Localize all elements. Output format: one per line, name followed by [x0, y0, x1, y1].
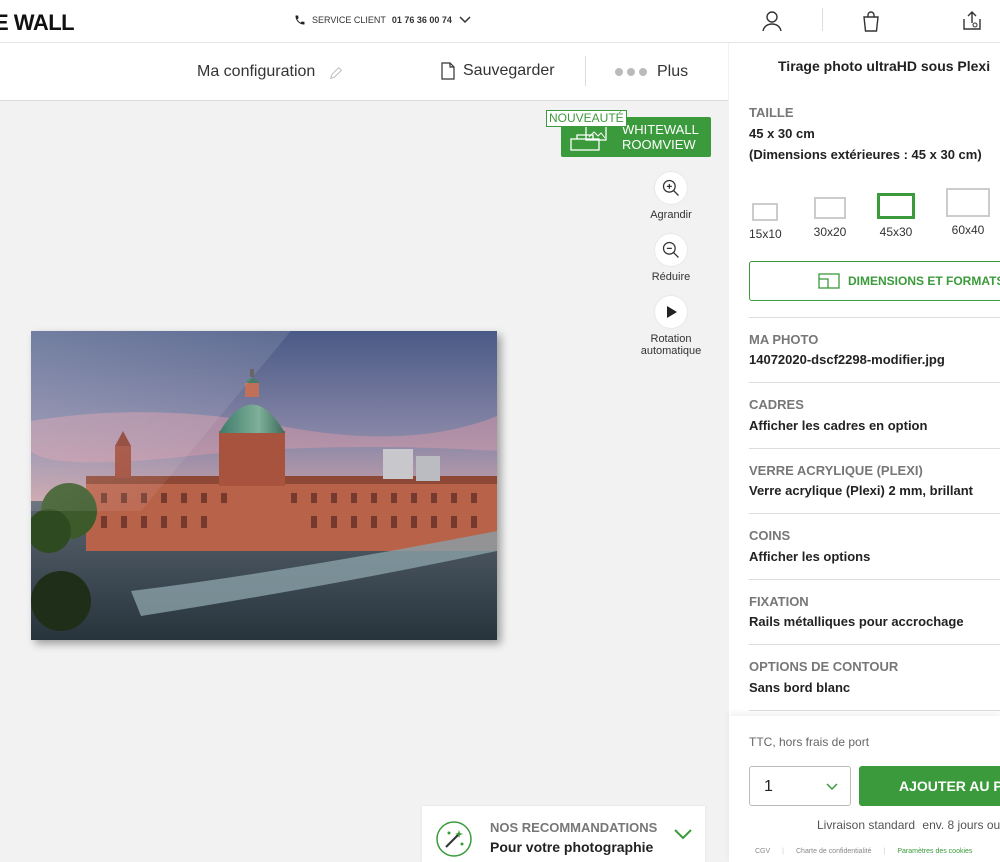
size-option-45x30[interactable]: 45x30: [875, 193, 917, 239]
section-divider: [749, 382, 1000, 383]
frames-label: CADRES: [749, 397, 804, 412]
section-divider: [749, 710, 1000, 711]
zoom-out-control[interactable]: Réduire: [631, 234, 711, 283]
legal-links: CGV | Charte de confidentialité | Paramè…: [755, 848, 972, 855]
roomview-text: WHITEWALL ROOMVIEW: [622, 122, 699, 152]
border-options-value: Sans bord blanc: [749, 680, 851, 695]
rotate-label-2: automatique: [640, 345, 702, 357]
product-title: Tirage photo ultraHD sous Plexi: [778, 58, 991, 74]
toolbar-divider: [585, 56, 586, 86]
size-option-15x10[interactable]: 15x10: [749, 201, 782, 241]
size-option-label: 60x40: [951, 223, 985, 237]
phone-icon: [295, 15, 305, 25]
play-icon: [667, 306, 677, 318]
my-photo-value: 14072020-dscf2298-modifier.jpg: [749, 352, 945, 367]
dimensions-icon: [818, 273, 840, 289]
price-note: TTC, hors frais de port: [749, 735, 870, 749]
delivery-date: env. 8 jours ouv: [922, 818, 1000, 832]
section-divider: [749, 644, 1000, 645]
corners-value: Afficher les options: [749, 549, 871, 564]
section-divider: [749, 579, 1000, 580]
auto-rotate-control[interactable]: Rotation automatique: [631, 296, 711, 357]
zoom-in-icon: [662, 179, 679, 196]
roomview-line1: WHITEWALL: [622, 122, 699, 137]
service-client[interactable]: SERVICE CLIENT 01 76 36 00 74: [294, 14, 472, 26]
section-divider: [749, 513, 1000, 514]
configuration-title: Ma configuration: [197, 63, 316, 80]
more-dots-icon: [615, 68, 647, 76]
pencil-icon[interactable]: [328, 65, 344, 81]
recommendations-title: NOS RECOMMANDATIONS: [490, 820, 658, 835]
mounting-value: Rails métalliques pour accrochage: [749, 614, 964, 629]
chevron-down-icon: [826, 783, 838, 791]
purchase-footer: TTC, hors frais de port 1 AJOUTER AU P L…: [729, 716, 1000, 862]
more-button[interactable]: Plus: [615, 63, 688, 81]
acrylic-value: Verre acrylique (Plexi) 2 mm, brillant: [749, 483, 973, 498]
section-divider: [749, 317, 1000, 318]
size-option-label: 30x20: [813, 225, 847, 239]
size-external: (Dimensions extérieures : 45 x 30 cm): [749, 147, 982, 162]
top-header: E WALL SERVICE CLIENT 01 76 36 00 74: [0, 0, 1000, 43]
size-option-30x20[interactable]: 30x20: [811, 197, 849, 239]
delivery-info: Livraison standard env. 8 jours ouv: [817, 818, 1000, 832]
more-label: Plus: [657, 63, 689, 80]
product-config-panel: Tirage photo ultraHD sous Plexi TAILLE 4…: [729, 43, 1000, 862]
border-options-label: OPTIONS DE CONTOUR: [749, 659, 899, 674]
service-number: 01 76 36 00 74: [391, 15, 452, 25]
service-label: SERVICE CLIENT: [312, 15, 386, 25]
zoom-out-label: Réduire: [651, 271, 691, 283]
photo-image: [31, 331, 497, 640]
size-option-60x40[interactable]: 60x40: [945, 188, 991, 237]
chevron-down-icon[interactable]: [458, 15, 472, 25]
delivery-label: Livraison standard: [817, 818, 916, 832]
zoom-in-control[interactable]: Agrandir: [631, 172, 711, 221]
document-icon: [441, 62, 455, 80]
dimensions-label: DIMENSIONS ET FORMATS: [848, 274, 1000, 288]
corners-label: COINS: [749, 528, 791, 543]
brand-logo[interactable]: E WALL: [0, 10, 75, 36]
size-value: 45 x 30 cm: [749, 126, 815, 141]
roomview-line2: ROOMVIEW: [622, 137, 696, 152]
roomview-icon: [570, 125, 607, 151]
chevron-down-icon[interactable]: [673, 828, 693, 840]
upload-photo-icon[interactable]: [960, 9, 984, 33]
recommendations-subtitle: Pour votre photographie: [490, 839, 654, 855]
save-label: Sauvegarder: [463, 62, 555, 79]
size-option-label: 15x10: [749, 227, 782, 241]
dimensions-formats-button[interactable]: DIMENSIONS ET FORMATS: [749, 261, 1000, 301]
section-divider: [749, 448, 1000, 449]
quantity-select[interactable]: 1: [749, 766, 851, 806]
photo-preview[interactable]: [31, 331, 497, 640]
size-option-label: 45x30: [879, 225, 913, 239]
zoom-out-icon: [662, 241, 679, 258]
cookie-settings-link[interactable]: Paramètres des cookies: [897, 848, 972, 855]
cgv-link[interactable]: CGV: [755, 848, 770, 855]
save-button[interactable]: Sauvegarder: [441, 62, 555, 80]
recommendations-panel[interactable]: NOS RECOMMANDATIONS Pour votre photograp…: [422, 806, 705, 862]
configuration-toolbar: Ma configuration Sauvegarder Plus: [0, 43, 728, 101]
magic-wand-icon: [436, 821, 472, 857]
new-badge: NOUVEAUTÉ: [546, 110, 627, 127]
header-divider: [822, 8, 823, 31]
my-photo-label: MA PHOTO: [749, 332, 819, 347]
rotate-label-1: Rotation: [650, 333, 692, 345]
user-icon[interactable]: [760, 9, 784, 33]
privacy-link[interactable]: Charte de confidentialité: [796, 848, 872, 855]
legal-divider: |: [782, 848, 784, 855]
quantity-value: 1: [764, 778, 773, 795]
frames-value: Afficher les cadres en option: [749, 418, 928, 433]
size-label: TAILLE: [749, 105, 794, 120]
acrylic-label: VERRE ACRYLIQUE (PLEXI): [749, 463, 923, 478]
add-to-cart-button[interactable]: AJOUTER AU P: [859, 766, 1000, 806]
mounting-label: FIXATION: [749, 594, 809, 609]
zoom-in-label: Agrandir: [650, 209, 692, 221]
cart-bag-icon[interactable]: [859, 9, 883, 33]
legal-divider: |: [883, 848, 886, 855]
